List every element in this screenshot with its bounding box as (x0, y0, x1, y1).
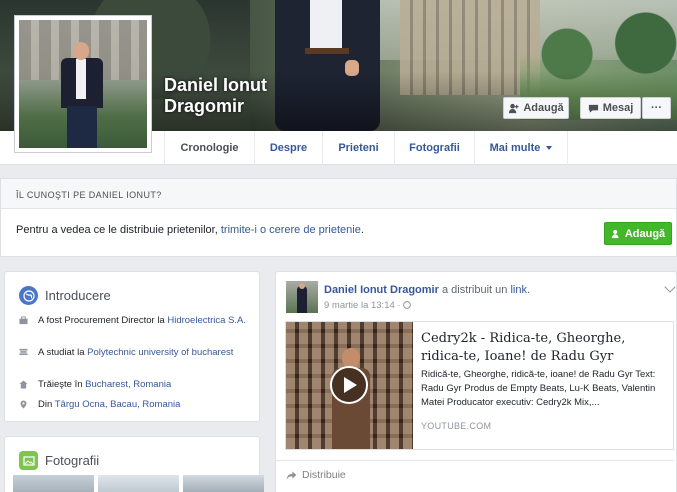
post-footer: Distribuie (276, 460, 674, 490)
more-options-button[interactable]: ··· (642, 97, 671, 119)
post-action-link[interactable]: link (510, 284, 527, 296)
share-button[interactable]: Distribuie (286, 469, 346, 481)
friend-request-prefix: Pentru a vedea ce le distribuie prieteni… (16, 224, 221, 236)
intro-item-lives: Trăieşte în Bucharest, Romania (19, 378, 254, 392)
add-friend-label: Adaugă (523, 102, 564, 114)
intro-lives-prefix: Trăieşte în (38, 379, 86, 390)
photos-title[interactable]: Fotografii (19, 451, 99, 470)
intro-item-work: A fost Procurement Director la Hidroelec… (19, 314, 254, 328)
shared-link-card[interactable]: Cedry2k - Ridica-te, Gheorghe, ridica-te… (285, 321, 674, 450)
post-avatar[interactable] (286, 281, 318, 313)
message-label: Mesaj (602, 102, 634, 114)
briefcase-icon (19, 316, 28, 325)
post-time-text: 9 martie la 13:14 · (324, 300, 404, 311)
photo-thumbnail[interactable] (98, 475, 179, 492)
globe-privacy-icon (403, 301, 412, 309)
more-dots-icon: ··· (651, 102, 662, 114)
profile-name-line1: Daniel Ionut (164, 75, 267, 95)
timeline-post: Daniel Ionut Dragomir a distribuit un li… (275, 271, 677, 492)
tab-timeline-label: Cronologie (180, 142, 239, 154)
intro-from-link[interactable]: Târgu Ocna, Bacau, Romania (55, 399, 181, 410)
friend-request-suffix: . (360, 224, 364, 236)
shared-link-title[interactable]: Cedry2k - Ridica-te, Gheorghe, ridica-te… (421, 330, 666, 366)
tab-more-label: Mai multe (489, 142, 541, 154)
share-arrow-icon (286, 470, 297, 480)
shared-link-description: Ridică-te, Gheorghe, ridică-te, ioane! d… (421, 369, 656, 408)
house-icon (19, 380, 28, 389)
intro-education-link[interactable]: Polytechnic university of bucharest (87, 347, 233, 358)
profile-name-line2: Dragomir (164, 96, 245, 116)
tab-friends[interactable]: Prieteni (322, 131, 394, 165)
intro-work-link[interactable]: Hidroelectrica S.A. (167, 315, 246, 326)
tab-more[interactable]: Mai multe (474, 131, 568, 165)
post-action-end: . (526, 284, 531, 296)
play-icon[interactable] (330, 366, 368, 404)
shared-link-source: YOUTUBE.COM (421, 421, 492, 431)
post-options-chevron-icon[interactable] (664, 281, 676, 293)
send-friend-request-link[interactable]: trimite-i o cerere de prietenie (221, 224, 361, 236)
profile-picture[interactable] (14, 15, 152, 153)
message-icon (588, 104, 598, 113)
intro-lives-link[interactable]: Bucharest, Romania (85, 379, 171, 390)
friend-request-box: ÎL CUNOŞTI PE DANIEL IONUT? Pentru a ved… (0, 178, 677, 257)
video-thumbnail[interactable] (286, 322, 413, 449)
profile-name[interactable]: Daniel Ionut Dragomir (164, 75, 324, 117)
photo-thumbnail[interactable] (183, 475, 264, 492)
tab-about[interactable]: Despre (254, 131, 322, 165)
add-person-icon (611, 229, 619, 238)
friend-request-heading: ÎL CUNOŞTI PE DANIEL IONUT? (1, 179, 676, 209)
add-friend-green-label: Adaugă (624, 227, 666, 240)
intro-item-from: Din Târgu Ocna, Bacau, Romania (19, 398, 254, 412)
intro-title-text: Introducere (45, 288, 111, 303)
graduation-cap-icon (19, 348, 28, 356)
photos-card: Fotografii (4, 436, 264, 492)
tab-friends-label: Prieteni (338, 142, 379, 154)
globe-icon (19, 286, 38, 305)
tab-timeline[interactable]: Cronologie (164, 131, 254, 165)
intro-education-prefix: A studiat la (38, 347, 88, 358)
tab-about-label: Despre (269, 142, 308, 154)
tab-photos[interactable]: Fotografii (394, 131, 474, 165)
photos-title-text: Fotografii (45, 453, 100, 468)
add-friend-button[interactable]: Adaugă (503, 97, 569, 119)
friend-request-text: Pentru a vedea ce le distribuie prieteni… (16, 224, 364, 236)
post-timestamp[interactable]: 9 martie la 13:14 · (324, 300, 412, 311)
caret-down-icon (546, 146, 553, 150)
tab-photos-label: Fotografii (409, 142, 460, 154)
post-header: Daniel Ionut Dragomir a distribuit un li… (324, 284, 530, 296)
post-action-text: a distribuit un (438, 284, 511, 296)
add-friend-green-button[interactable]: Adaugă (604, 222, 672, 245)
photo-thumbnail[interactable] (13, 475, 94, 492)
intro-card: Introducere A fost Procurement Director … (4, 271, 260, 422)
intro-work-prefix: A fost Procurement Director la (38, 315, 168, 326)
message-button[interactable]: Mesaj (580, 97, 641, 119)
share-button-label: Distribuie (302, 469, 346, 481)
intro-from-prefix: Din (38, 399, 55, 410)
add-person-icon (509, 103, 519, 113)
post-author-link[interactable]: Daniel Ionut Dragomir (324, 284, 439, 296)
intro-item-education: A studiat la Polytechnic university of b… (19, 346, 254, 360)
photos-icon (19, 451, 38, 470)
photo-thumbnails (13, 475, 264, 492)
location-pin-icon (20, 400, 27, 409)
intro-title: Introducere (19, 286, 111, 305)
